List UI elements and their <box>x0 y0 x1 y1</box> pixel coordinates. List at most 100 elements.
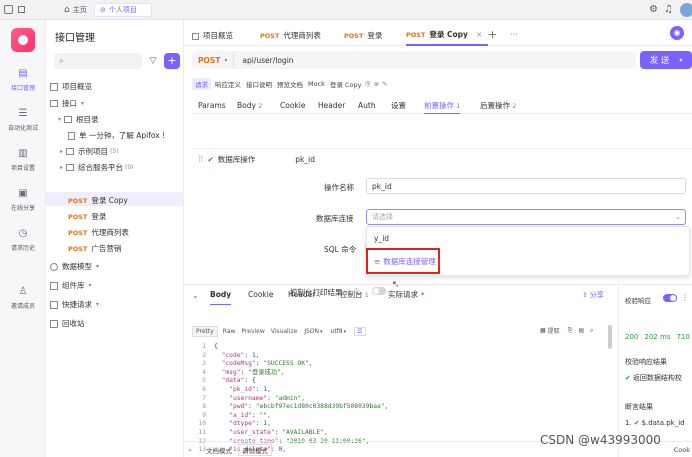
tab-settings[interactable]: 设置 <box>391 98 406 114</box>
response-tab-actual[interactable]: 实际请求 • <box>388 285 425 305</box>
check-circle-icon[interactable]: ✔ <box>208 155 214 164</box>
project-tab[interactable]: ⊘ 个人项目 <box>94 3 152 17</box>
sidebar-item-ads[interactable]: POST 广告营销 <box>68 243 121 254</box>
env-icon[interactable]: ◉ <box>670 26 684 40</box>
subtab-doc[interactable]: 接口说明 <box>246 79 272 89</box>
drag-handle-icon[interactable]: ⠿ <box>198 155 204 164</box>
home-tab[interactable]: ⌂ 主页 <box>60 3 91 17</box>
subtab-mock[interactable]: Mock <box>308 80 325 88</box>
db-select[interactable]: 请选择 ⌄ <box>366 209 686 225</box>
format-raw[interactable]: Raw <box>223 328 236 335</box>
subtab-response-def[interactable]: 响应定义 <box>215 79 241 89</box>
response-tab-header[interactable]: Header 7 <box>288 285 322 305</box>
search-icon[interactable]: ⌕ <box>590 327 593 335</box>
scrollbar[interactable] <box>608 325 612 349</box>
bell-icon[interactable]: ♫ <box>664 4 673 15</box>
doc-icon <box>68 131 75 140</box>
more-icon[interactable]: ⋮ <box>681 293 689 302</box>
tab-header[interactable]: Header <box>318 98 345 114</box>
sidebar-item-login-copy[interactable]: POST 登录 Copy <box>68 195 128 206</box>
filter-icon[interactable]: ▽ <box>146 53 160 69</box>
db-label: 数据库连接 <box>316 214 354 223</box>
send-button[interactable]: 发 送 ▾ <box>640 51 692 69</box>
tab-login-copy[interactable]: POST 登录 Copy × <box>406 25 489 46</box>
tab-post-ops[interactable]: 后置操作 2 <box>480 98 516 114</box>
code-line: "msg": "登录成功", <box>221 368 285 376</box>
avatar[interactable] <box>680 3 692 17</box>
add-tab-icon[interactable]: + <box>488 28 497 41</box>
sidebar-item-quick[interactable]: 快捷请求 ▾ <box>50 299 99 310</box>
sidebar-item-api[interactable]: 接口 ▾ <box>50 98 84 109</box>
response-tab-body[interactable]: Body <box>210 285 232 305</box>
sidebar-item-components[interactable]: 组件库 ▾ <box>50 280 92 291</box>
extract-button[interactable]: 提取 <box>548 326 560 335</box>
format-encoding[interactable]: utf8 <box>331 328 343 335</box>
copy-icon[interactable]: ⎘ <box>366 80 371 89</box>
folder-icon <box>66 164 75 171</box>
sidebar-item-models[interactable]: 数据模型 ▾ <box>50 261 99 272</box>
format-preview[interactable]: Preview <box>241 328 264 335</box>
url-input[interactable]: api/user/login <box>242 56 293 65</box>
collapse-sidebar-icon[interactable]: « <box>188 446 192 454</box>
tab-cookie[interactable]: Cookie <box>280 98 305 114</box>
history-icon: ◷ <box>18 228 28 239</box>
copy-icon[interactable]: ⎘ <box>568 327 573 335</box>
format-visualize[interactable]: Visualize <box>271 328 297 335</box>
tab-body[interactable]: Body 2 <box>237 98 262 114</box>
sidebar-item-trash[interactable]: 回收站 <box>50 318 85 329</box>
rail-invite[interactable]: ♙ 邀请成员 <box>0 286 46 310</box>
name-label: 操作名称 <box>324 183 354 192</box>
collapse-icon[interactable]: ⌄ <box>192 291 199 300</box>
sidebar-item-agents[interactable]: POST 代理商列表 <box>68 227 129 238</box>
list-icon: ≡ <box>374 256 381 266</box>
chevron-down-icon: ▾ <box>679 56 683 64</box>
debug-mode-button[interactable]: 调试模式 <box>237 443 272 456</box>
name-field[interactable]: pk_id <box>366 178 686 194</box>
sidebar-item-overview[interactable]: 项目概览 <box>50 81 92 92</box>
tab-login[interactable]: POST 登录 <box>344 26 382 46</box>
format-json[interactable]: JSON <box>304 328 319 335</box>
tab-agents[interactable]: POST 代理商列表 <box>260 26 321 46</box>
doc-mode-button[interactable]: 文档模式 <box>206 445 232 455</box>
validate-toggle[interactable] <box>663 294 677 302</box>
tab-overview[interactable]: 项目概览 <box>192 26 233 46</box>
sidebar-search[interactable]: ⌕ <box>54 53 142 69</box>
response-json[interactable]: { "code": 1, "codeMsg": "SUCCESS OK", "m… <box>214 343 594 455</box>
share-button[interactable]: ⇪ 分享 <box>582 290 604 300</box>
sidebar-item-intro[interactable]: 单 一分钟，了解 Apifox ! <box>68 130 165 141</box>
rail-test[interactable]: ☰ 自动化测试 <box>0 108 46 132</box>
search-input[interactable] <box>67 57 138 65</box>
subtab-request[interactable]: 请求 <box>192 78 211 90</box>
save-icon[interactable]: ▤ <box>579 327 585 334</box>
tab-pre-ops[interactable]: 前置操作 1 <box>424 98 461 114</box>
more-icon[interactable]: ··· <box>510 30 518 39</box>
sidebar-title: 接口管理 <box>55 33 95 44</box>
link-icon[interactable]: ⊗ <box>374 80 379 88</box>
api-icon: ▤ <box>18 68 28 79</box>
tab-params[interactable]: Params <box>198 98 226 114</box>
response-tab-cookie[interactable]: Cookie <box>248 285 273 305</box>
gear-icon[interactable]: ⚙ <box>649 4 658 15</box>
rail-share[interactable]: ▣ 在线分享 <box>0 188 46 212</box>
wrap-icon[interactable]: ☰ <box>354 327 366 336</box>
dropdown-option[interactable]: y_id <box>374 234 389 243</box>
rail-history[interactable]: ◷ 请求历史 <box>0 228 46 252</box>
db-manage-button[interactable]: ≡ 数据库连接管理 <box>366 248 440 274</box>
edit-icon[interactable]: ✎ <box>382 80 387 88</box>
rail-settings[interactable]: ▥ 项目设置 <box>0 148 46 172</box>
sidebar-item-platform[interactable]: ▸ 综合服务平台 (0) <box>60 162 134 173</box>
close-icon[interactable]: × <box>476 25 482 45</box>
method-select[interactable]: POST ▾ <box>192 51 235 69</box>
format-pretty[interactable]: Pretty <box>192 326 218 337</box>
sidebar-item-root[interactable]: ▾ 根目录 <box>58 114 99 125</box>
sidebar-item-login[interactable]: POST 登录 <box>68 211 106 222</box>
add-button[interactable]: + <box>164 53 180 69</box>
cookie-button[interactable]: Cook <box>674 446 690 454</box>
extract-icon[interactable]: ▦ <box>540 327 546 334</box>
subtab-preview[interactable]: 预览文档 <box>277 79 303 89</box>
rail-api[interactable]: ▤ 接口管理 <box>0 68 46 92</box>
sidebar-item-examples[interactable]: ▸ 示例项目 (5) <box>60 146 119 157</box>
response-tab-console[interactable]: 控制台 1 <box>340 285 369 305</box>
tab-auth[interactable]: Auth <box>358 98 376 114</box>
lock-icon: ⊘ <box>100 6 106 14</box>
